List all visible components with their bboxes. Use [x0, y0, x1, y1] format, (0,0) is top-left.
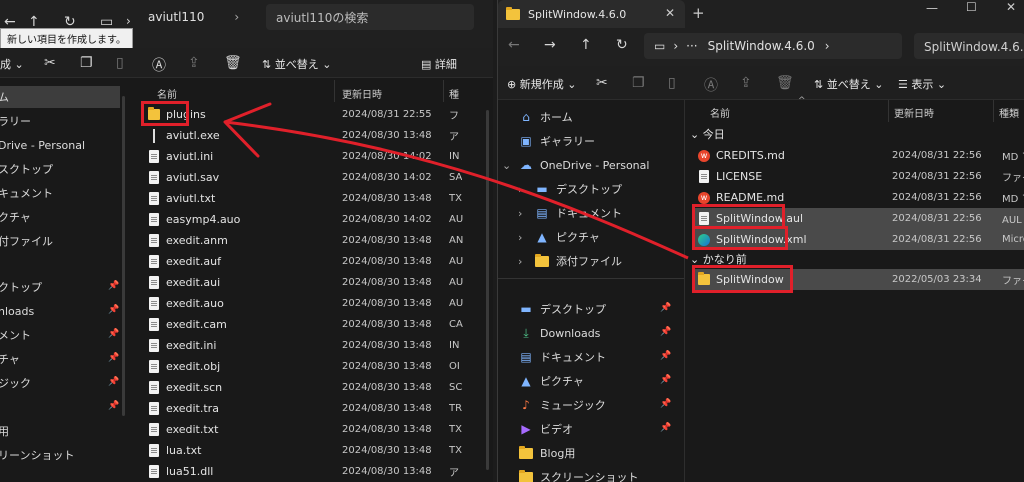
annotation-arrow	[223, 102, 689, 260]
